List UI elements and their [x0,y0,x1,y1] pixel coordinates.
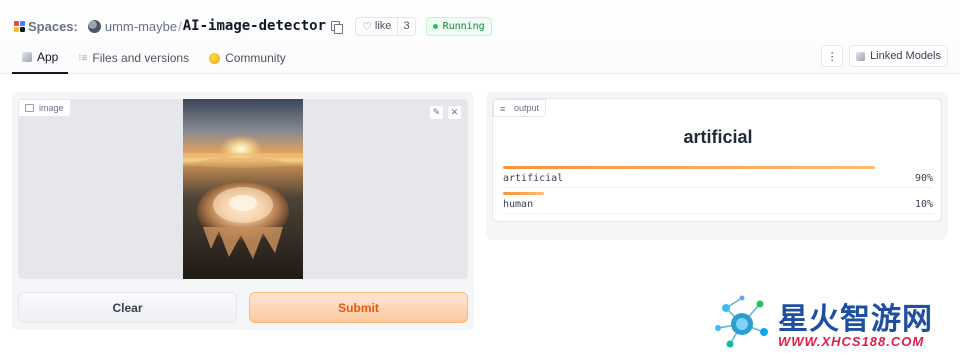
files-icon: ⁝≡ [78,52,88,64]
image-tools: ✎ ✕ [429,105,462,120]
uploaded-image [183,99,303,279]
tab-app[interactable]: App [12,42,69,74]
status-dot-icon [432,23,438,29]
linked-models-label: Linked Models [870,50,941,62]
confidence-label: human [503,199,534,210]
confidence-bar [503,166,875,169]
pencil-icon: ✎ [432,107,441,117]
status-text: Running [442,20,485,32]
edit-button[interactable]: ✎ [429,105,444,120]
close-icon: ✕ [450,107,459,117]
output-list-icon: ≡ [500,104,506,114]
image-label-chip: image [18,99,71,117]
app-cube-icon [22,52,32,62]
path-separator: / [178,18,182,34]
repo-name-link[interactable]: AI-image-detector [183,18,326,34]
output-label: output [514,103,540,113]
confidence-row: artificial 90% [503,173,933,188]
confidence-bar [503,192,545,195]
community-icon [209,52,221,64]
like-label: like [374,20,392,32]
confidence-value: 90% [914,173,933,184]
owner-link[interactable]: umm-maybe [105,19,177,34]
image-icon [25,104,34,112]
space-title-bar: Spaces: umm-maybe / AI-image-detector ♡ … [14,16,492,36]
space-header: Spaces: umm-maybe / AI-image-detector ♡ … [0,0,960,74]
confidence-label: artificial [503,173,564,184]
header-actions: ⋮ Linked Models [821,45,948,67]
like-button[interactable]: ♡ like 3 [355,16,416,36]
site-watermark: 星火智游网 WWW.XHCS188.COM [712,292,960,354]
watermark-url: WWW.XHCS188.COM [778,334,925,349]
confidence-item: human 10% [503,192,933,214]
confidence-item: artificial 90% [503,166,933,188]
spaces-logo-icon [14,20,25,32]
submit-button[interactable]: Submit [249,292,468,323]
clear-button[interactable]: Clear [18,292,237,323]
watermark-logo-text: 星火智游网 [778,303,933,336]
owner-avatar-icon [87,19,101,33]
confidence-value: 10% [914,199,933,210]
status-badge: Running [425,16,492,36]
more-vertical-icon: ⋮ [826,50,838,63]
spaces-link[interactable]: Spaces: [28,19,78,34]
image-label: image [39,103,64,113]
molecule-logo-icon [715,295,768,348]
heart-icon: ♡ [362,20,372,33]
output-card: ≡ output artificial artificial 90% human… [492,98,942,222]
more-options-button[interactable]: ⋮ [821,45,844,67]
output-label-chip: ≡ output [493,99,547,117]
tab-community-label: Community [225,51,286,65]
tab-community[interactable]: Community [199,42,296,74]
remove-image-button[interactable]: ✕ [447,105,462,120]
space-tabs: App ⁝≡ Files and versions Community [12,42,296,74]
tab-files-label: Files and versions [92,51,190,65]
tab-app-label: App [37,50,59,64]
copy-icon[interactable] [331,20,344,34]
confidence-row: human 10% [503,199,933,214]
prediction-title: artificial [683,127,753,147]
like-count: 3 [397,17,414,35]
tab-files[interactable]: ⁝≡ Files and versions [68,42,199,74]
image-upload-area[interactable]: image ✎ ✕ [18,99,468,279]
model-cube-icon [856,51,866,61]
linked-models-button[interactable]: Linked Models [849,45,948,67]
